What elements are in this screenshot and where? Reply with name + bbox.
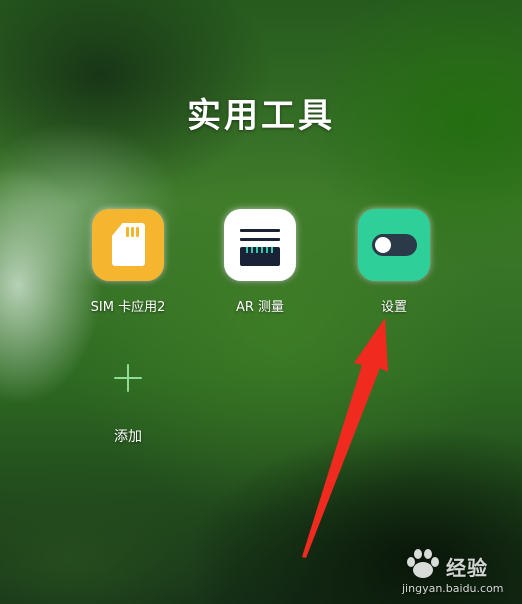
- paw-logo-icon: [407, 549, 439, 578]
- red-arrow-icon: [302, 318, 388, 558]
- watermark-url: jingyan.baidu.com: [402, 582, 504, 595]
- baidu-jingyan-watermark: 经验 jingyan.baidu.com: [402, 548, 520, 602]
- watermark-name: 经验: [446, 556, 488, 580]
